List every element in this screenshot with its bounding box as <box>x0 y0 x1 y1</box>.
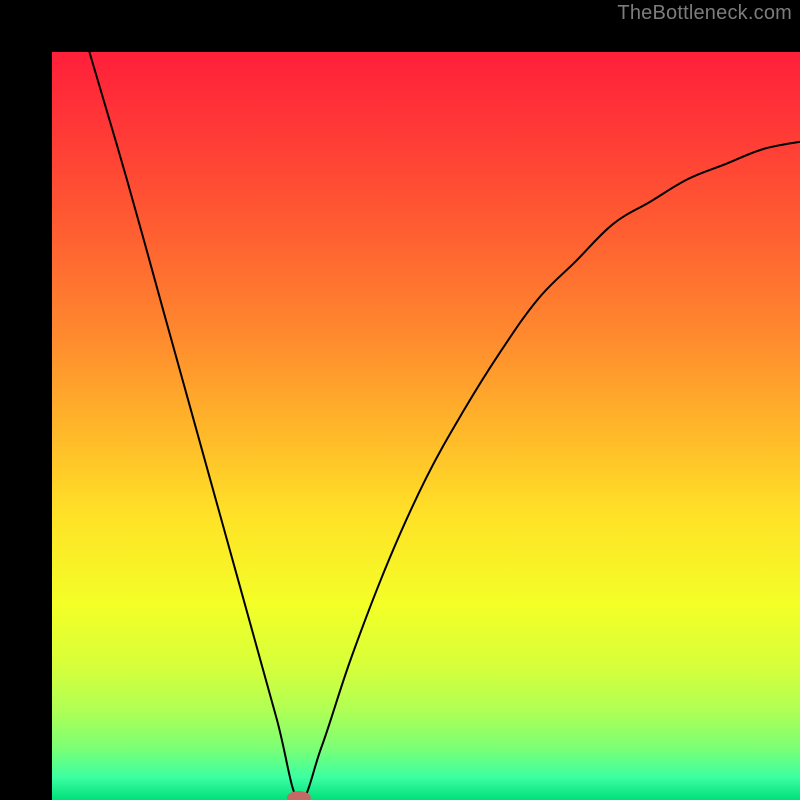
plot-area <box>52 52 800 800</box>
gradient-background <box>52 52 800 800</box>
bottleneck-chart <box>52 52 800 800</box>
chart-frame <box>0 0 800 800</box>
attribution-text: TheBottleneck.com <box>617 2 792 25</box>
